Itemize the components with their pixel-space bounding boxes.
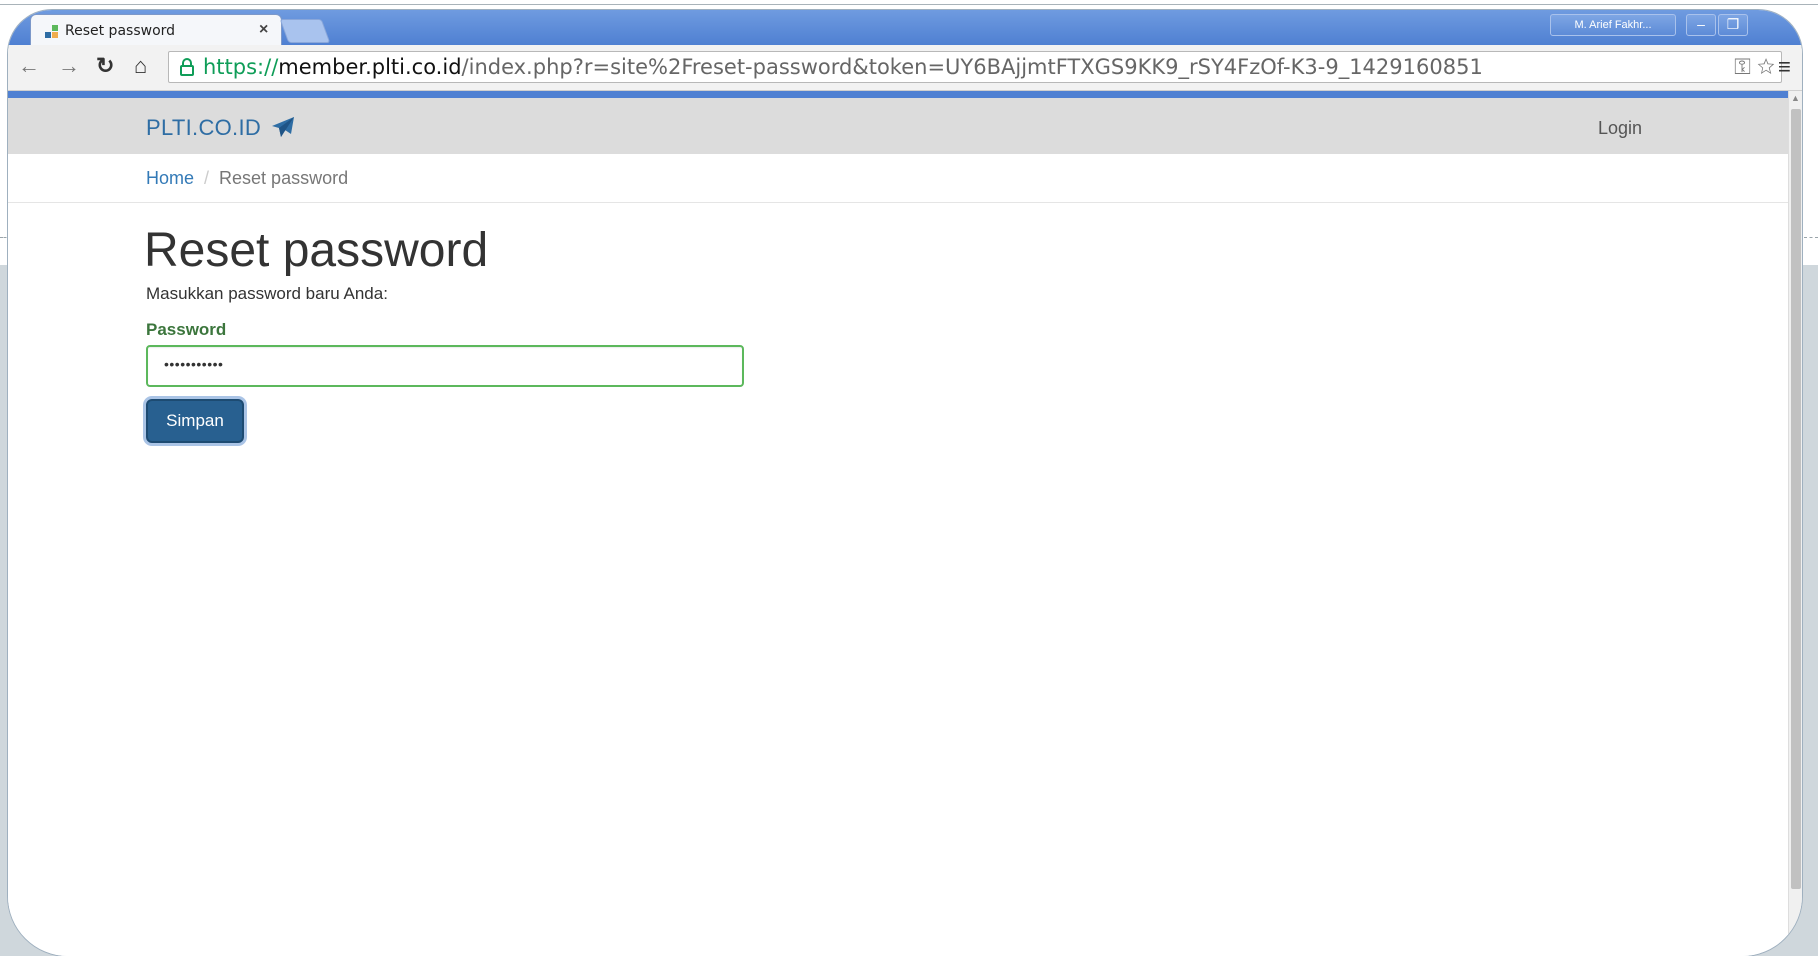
restore-icon[interactable]: ❐ xyxy=(1718,14,1748,36)
browser-titlebar: Reset password × M. Arief Fakhr... – ❐ xyxy=(8,10,1802,46)
url-scheme: https:// xyxy=(203,55,279,79)
new-tab-button[interactable] xyxy=(279,19,331,43)
breadcrumb-bar: Home / Reset password xyxy=(8,154,1788,203)
paper-plane-icon xyxy=(272,117,295,137)
tab-title: Reset password xyxy=(65,23,176,39)
page-title: Reset password xyxy=(144,224,489,277)
web-page: PLTI.CO.ID Login Home / Reset password Res… xyxy=(8,98,1788,956)
browser-window: Reset password × M. Arief Fakhr... – ❐ ←… xyxy=(8,10,1802,956)
omnibox-actions: ⚿ ☆ xyxy=(1734,54,1775,80)
breadcrumb: Home / Reset password xyxy=(146,168,348,189)
back-arrow-icon[interactable]: ← xyxy=(18,54,40,78)
url-host: member.plti.co.id xyxy=(278,55,462,79)
address-bar[interactable]: https://member.plti.co.id/index.php?r=si… xyxy=(168,51,1782,83)
site-brand[interactable]: PLTI.CO.ID xyxy=(146,115,295,141)
url-path: /index.php?r=site%2Freset-password&token… xyxy=(461,55,1483,79)
password-label: Password xyxy=(146,320,227,339)
password-value: ••••••••••• xyxy=(164,356,224,372)
scroll-up-icon[interactable]: ▲ xyxy=(1791,93,1800,103)
lock-icon xyxy=(180,58,194,76)
breadcrumb-home-link[interactable]: Home xyxy=(146,168,194,188)
key-icon[interactable]: ⚿ xyxy=(1734,54,1751,79)
login-link[interactable]: Login xyxy=(1598,118,1642,139)
url-text: https://member.plti.co.id/index.php?r=si… xyxy=(203,55,1483,79)
password-field[interactable]: ••••••••••• xyxy=(146,345,744,387)
minimize-icon[interactable]: – xyxy=(1686,14,1716,36)
save-button[interactable]: Simpan xyxy=(146,399,244,443)
slide-guide-line-right xyxy=(1804,237,1818,238)
slide-top-rule xyxy=(0,4,1818,5)
breadcrumb-separator: / xyxy=(204,168,210,188)
forward-arrow-icon[interactable]: → xyxy=(58,54,80,78)
brand-text: PLTI.CO.ID xyxy=(146,115,262,140)
breadcrumb-current: Reset password xyxy=(219,168,349,188)
home-icon[interactable]: ⌂ xyxy=(134,54,147,78)
form-instruction: Masukkan password baru Anda: xyxy=(146,284,388,303)
hamburger-menu-icon[interactable]: ≡ xyxy=(1778,54,1791,80)
tab-close-icon[interactable]: × xyxy=(259,21,268,39)
page-scrollbar[interactable]: ▲ xyxy=(1788,91,1802,956)
star-icon[interactable]: ☆ xyxy=(1757,54,1775,79)
reload-icon[interactable]: ↻ xyxy=(96,54,114,78)
browser-tab[interactable]: Reset password × xyxy=(30,14,282,46)
profile-button[interactable]: M. Arief Fakhr... xyxy=(1550,14,1676,36)
scrollbar-thumb[interactable] xyxy=(1791,109,1801,889)
browser-toolbar: ← → ↻ ⌂ https://member.plti.co.id/index.… xyxy=(8,45,1802,91)
site-navbar: PLTI.CO.ID Login xyxy=(8,98,1788,154)
page-top-border xyxy=(8,91,1788,98)
favicon-icon xyxy=(45,25,59,39)
